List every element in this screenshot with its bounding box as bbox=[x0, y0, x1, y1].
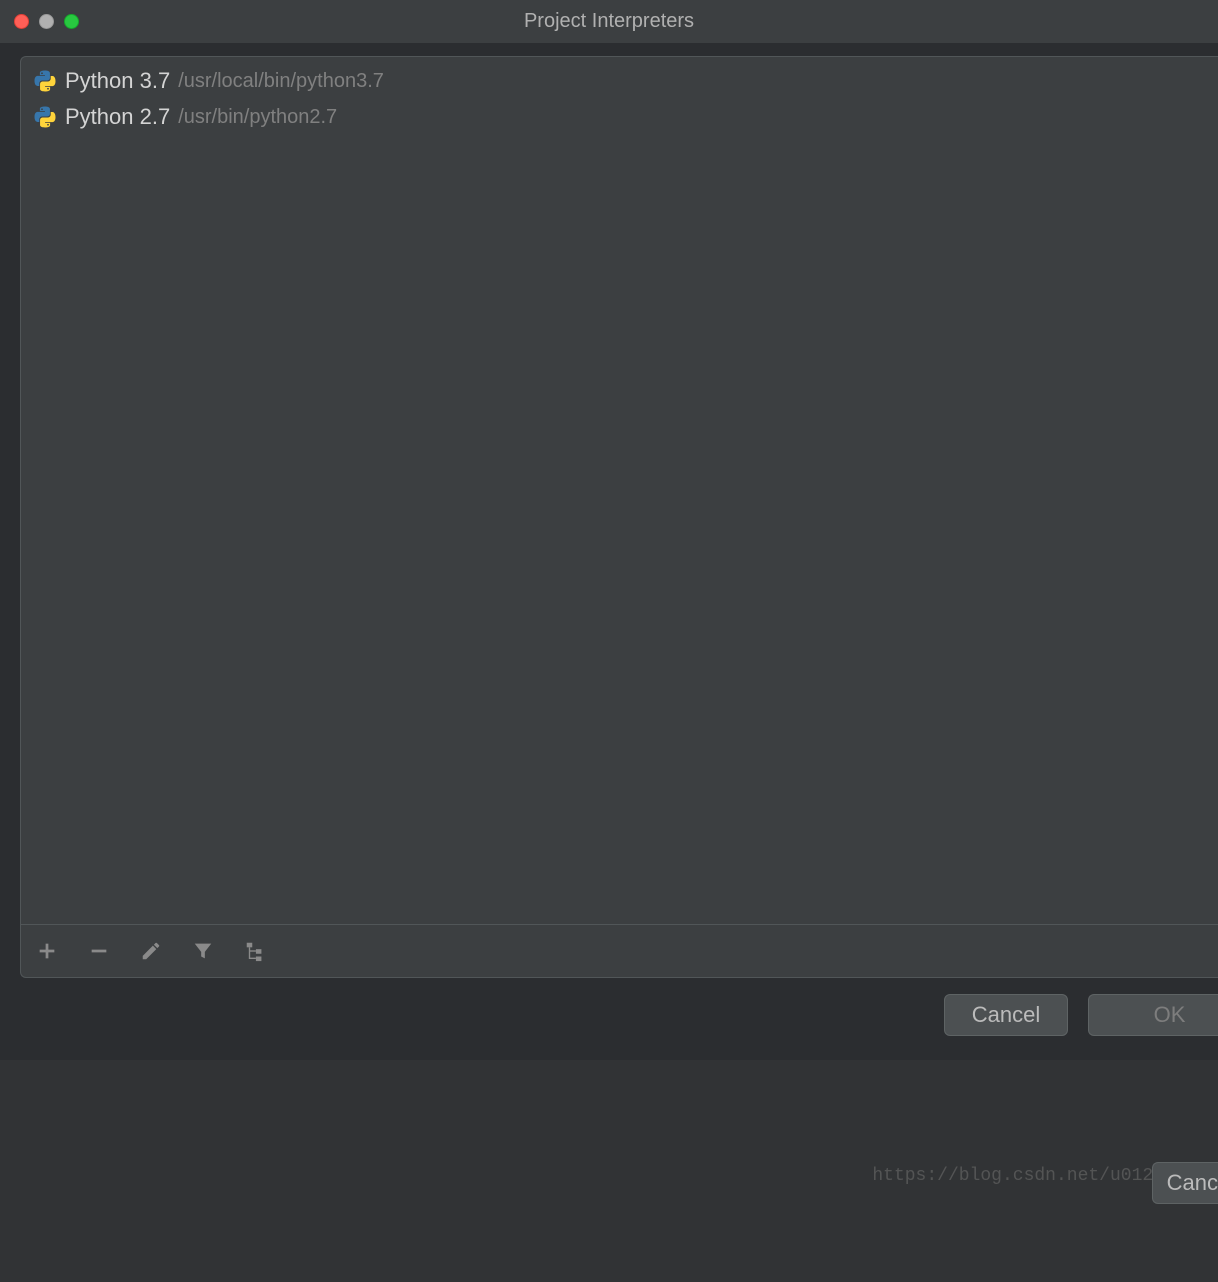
minimize-window-button[interactable] bbox=[39, 14, 54, 29]
background-cancel-button[interactable]: Canc bbox=[1152, 1162, 1218, 1204]
add-button[interactable] bbox=[35, 939, 59, 963]
tree-button[interactable] bbox=[243, 939, 267, 963]
interpreter-list: Python 3.7 /usr/local/bin/python3.7 Pyth… bbox=[21, 57, 1218, 141]
python-icon bbox=[33, 69, 57, 93]
window-title: Project Interpreters bbox=[524, 10, 694, 33]
title-bar: Project Interpreters bbox=[0, 0, 1218, 44]
interpreter-name: Python 3.7 bbox=[65, 68, 170, 94]
interpreter-name: Python 2.7 bbox=[65, 104, 170, 130]
python-icon bbox=[33, 105, 57, 129]
interpreter-path: /usr/local/bin/python3.7 bbox=[178, 70, 384, 93]
remove-button[interactable] bbox=[87, 939, 111, 963]
interpreter-panel: Python 3.7 /usr/local/bin/python3.7 Pyth… bbox=[20, 56, 1218, 962]
interpreter-row[interactable]: Python 2.7 /usr/bin/python2.7 bbox=[21, 99, 1218, 135]
list-toolbar bbox=[20, 924, 1218, 978]
dialog-buttons: Cancel OK bbox=[944, 994, 1218, 1036]
filter-button[interactable] bbox=[191, 939, 215, 963]
edit-button[interactable] bbox=[139, 939, 163, 963]
interpreter-row[interactable]: Python 3.7 /usr/local/bin/python3.7 bbox=[21, 63, 1218, 99]
window-controls bbox=[0, 14, 79, 29]
close-window-button[interactable] bbox=[14, 14, 29, 29]
maximize-window-button[interactable] bbox=[64, 14, 79, 29]
ok-button[interactable]: OK bbox=[1088, 994, 1218, 1036]
cancel-button[interactable]: Cancel bbox=[944, 994, 1068, 1036]
interpreter-path: /usr/bin/python2.7 bbox=[178, 106, 337, 129]
